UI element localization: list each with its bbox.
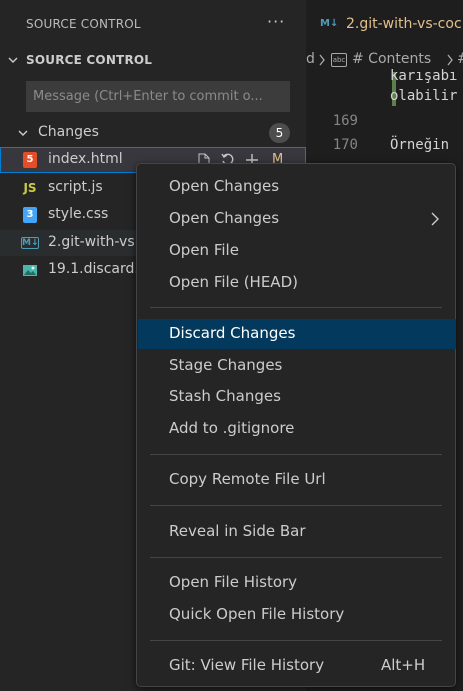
menu-item-label: Git: View File History bbox=[169, 656, 325, 674]
menu-separator bbox=[150, 307, 442, 308]
breadcrumb-item-contents[interactable]: # Contents bbox=[352, 51, 431, 67]
commit-message-input[interactable] bbox=[26, 81, 290, 112]
symbol-string-icon: abc bbox=[331, 53, 347, 67]
menu-separator bbox=[150, 640, 442, 641]
menu-item-stash-changes[interactable]: Stash Changes bbox=[138, 382, 456, 412]
menu-item-stage-changes[interactable]: Stage Changes bbox=[138, 351, 456, 381]
chevron-down-icon bbox=[18, 130, 28, 136]
code-line: olabilir bbox=[390, 88, 458, 104]
context-menu: Open Changes Open Changes Open File Open… bbox=[136, 163, 456, 687]
sidebar-title: SOURCE CONTROL bbox=[26, 17, 141, 31]
tab-label: 2.git-with-vs-coc bbox=[346, 16, 462, 32]
tab-markdown-file[interactable]: M↓ 2.git-with-vs-coc bbox=[306, 0, 463, 48]
breadcrumb-fragment[interactable]: d bbox=[306, 51, 315, 67]
menu-item-label: Open File bbox=[169, 241, 239, 259]
menu-separator bbox=[150, 557, 442, 558]
menu-item-label: Open Changes bbox=[169, 177, 280, 195]
chevron-right-icon bbox=[319, 54, 325, 66]
menu-item-label: Open File (HEAD) bbox=[169, 273, 298, 291]
menu-item-open-file-head[interactable]: Open File (HEAD) bbox=[138, 268, 456, 298]
menu-item-label: Stash Changes bbox=[169, 387, 281, 405]
changes-count-badge: 5 bbox=[269, 123, 290, 143]
menu-item-open-changes-submenu[interactable]: Open Changes bbox=[138, 204, 456, 234]
menu-separator bbox=[150, 454, 442, 455]
ellipsis-icon[interactable]: ··· bbox=[267, 12, 285, 31]
menu-item-label: Discard Changes bbox=[169, 324, 296, 342]
menu-item-label: Copy Remote File Url bbox=[169, 470, 326, 488]
menu-item-open-file-history[interactable]: Open File History bbox=[138, 568, 456, 598]
menu-item-open-changes[interactable]: Open Changes bbox=[138, 172, 456, 202]
js-icon: JS bbox=[23, 181, 37, 195]
menu-item-label: Open Changes bbox=[169, 209, 280, 227]
html5-icon: 5 bbox=[23, 152, 37, 168]
code-line: 169 bbox=[332, 113, 358, 129]
menu-item-git-view-file-history[interactable]: Git: View File History Alt+H bbox=[138, 651, 456, 681]
image-icon bbox=[23, 265, 37, 276]
menu-item-shortcut: Alt+H bbox=[381, 656, 426, 674]
breadcrumb-fragment[interactable]: # bbox=[457, 51, 463, 67]
menu-item-label: Add to .gitignore bbox=[169, 419, 295, 437]
changes-label: Changes bbox=[38, 124, 99, 140]
menu-separator bbox=[150, 505, 442, 506]
menu-item-label: Open File History bbox=[169, 573, 298, 591]
chevron-right-icon bbox=[447, 54, 453, 66]
chevron-down-icon bbox=[8, 57, 18, 63]
file-name: style.css bbox=[48, 206, 109, 222]
markdown-icon: M↓ bbox=[320, 18, 339, 29]
section-title: SOURCE CONTROL bbox=[26, 53, 153, 67]
file-name: 2.git-with-vs bbox=[48, 234, 135, 250]
markdown-icon: M↓ bbox=[21, 237, 39, 249]
file-name: 19.1.discard. bbox=[48, 261, 139, 277]
menu-item-label: Stage Changes bbox=[169, 356, 283, 374]
menu-item-open-file[interactable]: Open File bbox=[138, 236, 456, 266]
code-line: 170 Örneğin bbox=[332, 137, 450, 153]
section-header-source-control[interactable]: SOURCE CONTROL bbox=[0, 48, 306, 74]
menu-item-discard-changes[interactable]: Discard Changes bbox=[138, 319, 456, 349]
menu-item-label: Reveal in Side Bar bbox=[169, 522, 306, 540]
menu-item-label: Quick Open File History bbox=[169, 605, 345, 623]
menu-item-reveal-in-side-bar[interactable]: Reveal in Side Bar bbox=[138, 517, 456, 547]
menu-item-quick-open-file-history[interactable]: Quick Open File History bbox=[138, 600, 456, 630]
file-name: script.js bbox=[48, 179, 103, 195]
chevron-right-icon bbox=[431, 212, 439, 226]
file-name: index.html bbox=[48, 151, 123, 167]
menu-item-add-to-gitignore[interactable]: Add to .gitignore bbox=[138, 414, 456, 444]
css3-icon: 3 bbox=[23, 207, 37, 223]
menu-item-copy-remote-file-url[interactable]: Copy Remote File Url bbox=[138, 465, 456, 495]
code-line: karışabı bbox=[390, 68, 458, 84]
changes-group-header[interactable]: Changes 5 bbox=[0, 120, 306, 146]
sidebar-header: SOURCE CONTROL ··· bbox=[0, 0, 306, 48]
